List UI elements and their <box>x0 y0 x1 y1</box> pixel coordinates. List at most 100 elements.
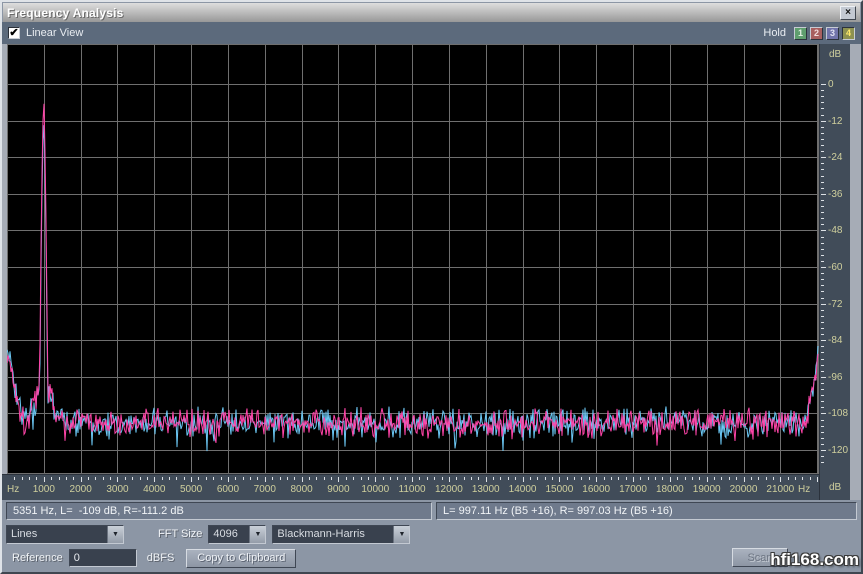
db-tick-label: -120 <box>828 445 848 456</box>
hz-tick-label: 14000 <box>503 484 543 495</box>
hz-minor-tick <box>692 477 693 480</box>
hz-minor-tick <box>442 477 443 480</box>
hz-major-tick <box>375 477 376 482</box>
close-button[interactable]: × <box>840 6 856 20</box>
fft-size-select[interactable]: 4096 ▼ <box>208 525 266 544</box>
db-tick-label: -48 <box>828 225 842 236</box>
hz-major-tick <box>228 477 229 482</box>
chevron-down-icon[interactable]: ▼ <box>393 526 409 543</box>
db-unit-label-bottom: dB <box>829 482 841 493</box>
db-minor-tick <box>821 237 824 238</box>
window-title: Frequency Analysis <box>7 6 124 20</box>
status-cursor-readout: 5351 Hz, L= -109 dB, R=-111.2 dB <box>6 502 432 520</box>
db-tick-label: -12 <box>828 116 842 127</box>
hz-tick-label: 7000 <box>245 484 285 495</box>
db-minor-tick <box>821 115 824 116</box>
hz-minor-tick <box>368 477 369 480</box>
db-minor-tick <box>821 328 824 329</box>
db-minor-tick <box>821 322 824 323</box>
hz-major-tick <box>817 477 818 482</box>
watermark: hfi168.com <box>770 550 859 570</box>
db-minor-tick <box>821 456 824 457</box>
hz-minor-tick <box>176 477 177 480</box>
db-minor-tick <box>821 444 824 445</box>
db-minor-tick <box>821 273 824 274</box>
db-tick-label: -108 <box>828 408 848 419</box>
db-major-tick <box>821 340 826 341</box>
linear-view-checkbox[interactable]: ✔ <box>8 27 20 39</box>
hz-tick-label: 12000 <box>429 484 469 495</box>
hz-minor-tick <box>685 477 686 480</box>
hz-minor-tick <box>419 477 420 480</box>
toolbar: ✔ Linear View Hold 1234 <box>2 22 861 44</box>
status-bar: 5351 Hz, L= -109 dB, R=-111.2 dB L= 997.… <box>2 500 861 522</box>
db-minor-tick <box>821 352 824 353</box>
window-function-select[interactable]: Blackmann-Harris ▼ <box>272 525 410 544</box>
db-axis-ruler: 0-12-24-36-48-60-72-84-96-108-120dBdB <box>819 44 850 500</box>
db-major-tick <box>821 377 826 378</box>
plot-region: 1000200030004000500060007000800090001000… <box>2 44 861 500</box>
hz-minor-tick <box>309 477 310 480</box>
hz-minor-tick <box>29 477 30 480</box>
hz-minor-tick <box>287 477 288 480</box>
hold-button-4[interactable]: 4 <box>842 27 855 40</box>
hz-minor-tick <box>169 477 170 480</box>
db-minor-tick <box>821 200 824 201</box>
hz-minor-tick <box>361 477 362 480</box>
db-minor-tick <box>821 218 824 219</box>
hz-tick-label: 11000 <box>392 484 432 495</box>
db-minor-tick <box>821 395 824 396</box>
db-minor-tick <box>821 249 824 250</box>
reference-input[interactable] <box>69 549 137 567</box>
copy-to-clipboard-button[interactable]: Copy to Clipboard <box>186 549 296 568</box>
hz-major-tick <box>154 477 155 482</box>
hz-tick-label: 13000 <box>466 484 506 495</box>
hold-button-1[interactable]: 1 <box>794 27 807 40</box>
hz-minor-tick <box>618 477 619 480</box>
hz-minor-tick <box>147 477 148 480</box>
hz-tick-label: 3000 <box>97 484 137 495</box>
hz-minor-tick <box>766 477 767 480</box>
hz-axis-ruler: 1000200030004000500060007000800090001000… <box>2 474 822 500</box>
hz-major-tick <box>117 477 118 482</box>
hz-major-tick <box>670 477 671 482</box>
db-major-tick <box>821 230 826 231</box>
db-minor-tick <box>821 212 824 213</box>
hz-minor-tick <box>198 477 199 480</box>
hz-minor-tick <box>537 477 538 480</box>
hz-minor-tick <box>677 477 678 480</box>
hz-minor-tick <box>331 477 332 480</box>
hz-minor-tick <box>125 477 126 480</box>
hz-minor-tick <box>250 477 251 480</box>
hz-minor-tick <box>464 477 465 480</box>
chevron-down-icon[interactable]: ▼ <box>249 526 265 543</box>
db-minor-tick <box>821 139 824 140</box>
frequency-analysis-window: Frequency Analysis × ✔ Linear View Hold … <box>0 0 863 574</box>
fft-size-value: 4096 <box>209 526 249 543</box>
hz-minor-tick <box>758 477 759 480</box>
hz-unit-label-left: Hz <box>7 484 27 495</box>
db-unit-label-top: dB <box>829 49 841 60</box>
chevron-down-icon[interactable]: ▼ <box>107 526 123 543</box>
hold-button-2[interactable]: 2 <box>810 27 823 40</box>
hz-minor-tick <box>132 477 133 480</box>
hz-minor-tick <box>346 477 347 480</box>
reference-unit-label: dBFS <box>147 552 175 564</box>
hz-major-tick <box>744 477 745 482</box>
hz-minor-tick <box>383 477 384 480</box>
hz-minor-tick <box>184 477 185 480</box>
hz-minor-tick <box>604 477 605 480</box>
hz-minor-tick <box>795 477 796 480</box>
spectrum-plot[interactable] <box>7 44 819 474</box>
hz-tick-label: 2000 <box>61 484 101 495</box>
display-mode-select[interactable]: Lines ▼ <box>6 525 124 544</box>
hz-minor-tick <box>243 477 244 480</box>
hz-minor-tick <box>272 477 273 480</box>
hz-minor-tick <box>530 477 531 480</box>
db-minor-tick <box>821 420 824 421</box>
hz-minor-tick <box>73 477 74 480</box>
hz-minor-tick <box>751 477 752 480</box>
title-bar[interactable]: Frequency Analysis × <box>3 3 860 22</box>
hold-button-3[interactable]: 3 <box>826 27 839 40</box>
db-major-tick <box>821 450 826 451</box>
